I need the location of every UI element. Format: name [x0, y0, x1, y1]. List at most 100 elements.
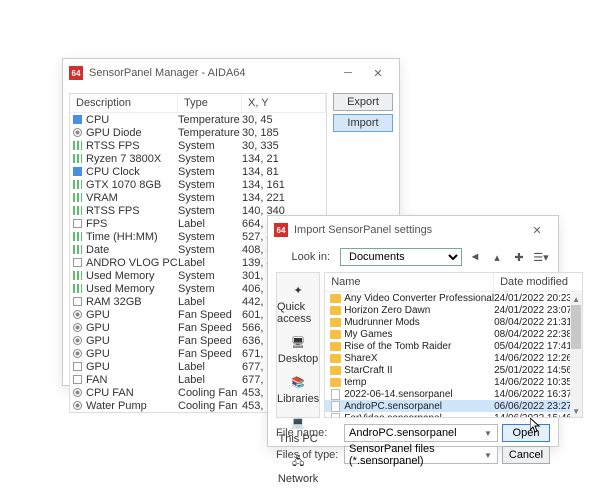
file-row[interactable]: temp14/06/2022 10:35 [325, 376, 582, 388]
file-name: ForVideo.sensorpanel [341, 413, 494, 418]
sensor-desc: GPU [84, 361, 178, 373]
fan-icon [70, 336, 84, 345]
sensor-xy: 134, 221 [242, 192, 326, 204]
sensor-desc: Used Memory [84, 283, 178, 295]
import-button[interactable]: Import [333, 114, 393, 132]
file-name: AndroPC.sensorpanel [341, 401, 494, 412]
sensor-type: System [178, 283, 242, 295]
sensor-desc: VRAM [84, 192, 178, 204]
file-row[interactable]: ForVideo.sensorpanel14/06/2022 15:46 [325, 412, 582, 417]
file-name: ShareX [341, 353, 494, 364]
dlg-titlebar[interactable]: 64 Import SensorPanel settings ✕ [268, 216, 558, 244]
sensor-desc: ANDRO VLOG PC [84, 257, 178, 269]
file-row[interactable]: Rise of the Tomb Raider05/04/2022 17:41 [325, 340, 582, 352]
place-libraries[interactable]: 📚Libraries [277, 369, 319, 407]
fan-icon [70, 128, 84, 137]
file-list[interactable]: Name Date modified Any Video Converter P… [324, 272, 583, 418]
scroll-down-icon[interactable]: ▼ [570, 405, 582, 417]
file-row[interactable]: 2022-06-14.sensorpanel14/06/2022 16:37 [325, 388, 582, 400]
file-date: 06/06/2022 23:27 [494, 401, 582, 412]
file-row[interactable]: Mudrunner Mods08/04/2022 21:31 [325, 316, 582, 328]
minimize-button[interactable]: ─ [333, 63, 363, 83]
newfolder-icon[interactable]: ✚ [510, 248, 528, 266]
import-dialog: 64 Import SensorPanel settings ✕ Look in… [267, 215, 559, 447]
sensor-row[interactable]: RTSS FPSSystem30, 335 [70, 139, 326, 152]
filetype-select[interactable]: SensorPanel files (*.sensorpanel)▼ [344, 446, 498, 464]
file-row[interactable]: StarCraft II25/01/2022 14:56 [325, 364, 582, 376]
sensor-desc: GPU [84, 348, 178, 360]
open-button[interactable]: Open [502, 424, 550, 442]
place-quick-access[interactable]: ✦Quick access [277, 277, 319, 327]
bars-icon [70, 180, 84, 189]
place-desktop[interactable]: 🖥Desktop [277, 329, 319, 367]
sensor-type: Label [178, 296, 242, 308]
sensor-row[interactable]: GPU DiodeTemperature30, 185 [70, 126, 326, 139]
sensor-row[interactable]: VRAMSystem134, 221 [70, 191, 326, 204]
place-label: Quick access [277, 301, 319, 325]
file-name: temp [341, 377, 494, 388]
mgr-titlebar[interactable]: 64 SensorPanel Manager - AIDA64 ─ ✕ [63, 59, 399, 87]
sensor-desc: FPS [84, 218, 178, 230]
folder-icon [330, 342, 341, 351]
scroll-thumb[interactable] [571, 305, 581, 349]
sensor-type: System [178, 244, 242, 256]
sensor-type: Fan Speed [178, 309, 242, 321]
file-row[interactable]: Horizon Zero Dawn24/01/2022 23:07 [325, 304, 582, 316]
lbl-icon [70, 362, 84, 371]
sensor-xy: 134, 21 [242, 153, 326, 165]
file-date: 14/06/2022 10:35 [494, 377, 582, 388]
sensor-desc: Time (HH:MM) [84, 231, 178, 243]
export-button[interactable]: Export [333, 93, 393, 111]
look-in-label: Look in: [276, 251, 336, 263]
col-type[interactable]: Type [178, 94, 242, 112]
look-in-select[interactable]: Documents [340, 248, 462, 266]
sensor-row[interactable]: Ryzen 7 3800XSystem134, 21 [70, 152, 326, 165]
sensor-row[interactable]: CPUTemperature30, 45 [70, 113, 326, 126]
file-row[interactable]: ShareX14/06/2022 12:26 [325, 352, 582, 364]
col-xy[interactable]: X, Y [242, 94, 326, 112]
folder-icon [330, 318, 341, 327]
sensor-desc: Water Pump [84, 400, 178, 412]
sensor-desc: FAN [84, 374, 178, 386]
sensor-xy: 30, 185 [242, 127, 326, 139]
close-button[interactable]: ✕ [363, 63, 393, 83]
sensor-desc: CPU Clock [84, 166, 178, 178]
fan-icon [70, 388, 84, 397]
bars-icon [70, 271, 84, 280]
file-row[interactable]: Any Video Converter Professional24/01/20… [325, 292, 582, 304]
filename-field[interactable]: AndroPC.sensorpanel▼ [344, 424, 498, 442]
col-date[interactable]: Date modified [494, 273, 582, 291]
sensor-row[interactable]: GTX 1070 8GBSystem134, 161 [70, 178, 326, 191]
chevron-down-icon[interactable]: ▼ [481, 449, 495, 461]
place-label: Network [278, 473, 318, 485]
file-name: Mudrunner Mods [341, 317, 494, 328]
folder-icon [330, 330, 341, 339]
fan-icon [70, 310, 84, 319]
chevron-down-icon[interactable]: ▼ [481, 427, 495, 439]
col-description[interactable]: Description [70, 94, 178, 112]
file-date: 08/04/2022 22:38 [494, 329, 582, 340]
sensor-row[interactable]: CPU ClockSystem134, 81 [70, 165, 326, 178]
dlg-close-button[interactable]: ✕ [522, 220, 552, 240]
folder-icon [330, 294, 341, 303]
col-name[interactable]: Name [325, 273, 494, 291]
sensor-type: Fan Speed [178, 322, 242, 334]
sensor-xy: 30, 335 [242, 140, 326, 152]
sensor-type: System [178, 205, 242, 217]
file-row[interactable]: My Games08/04/2022 22:38 [325, 328, 582, 340]
bars-icon [70, 284, 84, 293]
mgr-title: SensorPanel Manager - AIDA64 [89, 67, 333, 79]
file-scrollbar[interactable]: ▲ ▼ [570, 293, 582, 417]
back-icon[interactable]: ◄ [466, 248, 484, 266]
bars-icon [70, 154, 84, 163]
sensor-desc: GTX 1070 8GB [84, 179, 178, 191]
scroll-up-icon[interactable]: ▲ [570, 293, 582, 305]
bars-icon [70, 232, 84, 241]
file-date: 14/06/2022 16:37 [494, 389, 582, 400]
up-icon[interactable]: ▴ [488, 248, 506, 266]
view-icon[interactable]: ☰▾ [532, 248, 550, 266]
cancel-button[interactable]: Cancel [502, 446, 550, 464]
file-row[interactable]: AndroPC.sensorpanel06/06/2022 23:27 [325, 400, 582, 412]
lbl-icon [70, 258, 84, 267]
sensor-type: Label [178, 361, 242, 373]
